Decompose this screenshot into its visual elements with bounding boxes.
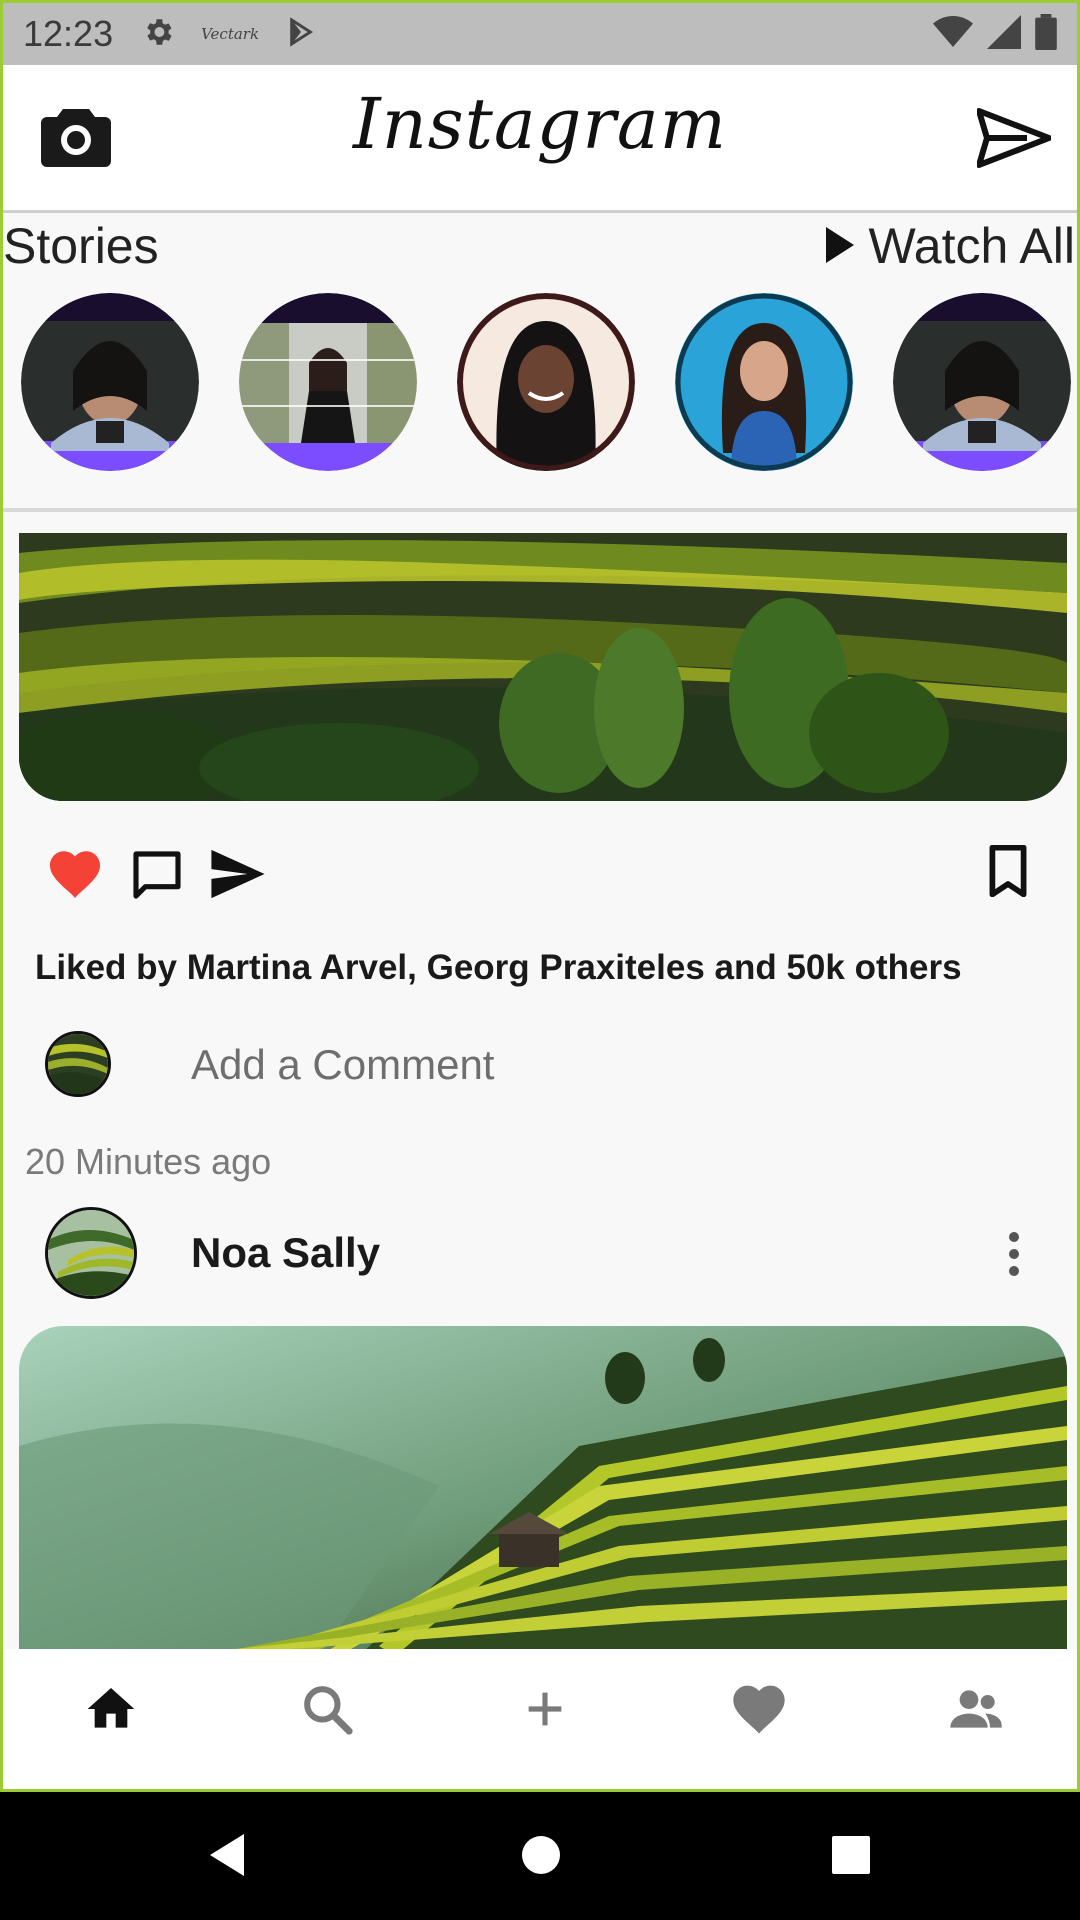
commenter-avatar xyxy=(45,1031,111,1097)
story-avatar[interactable] xyxy=(239,293,417,471)
system-navigation-bar xyxy=(0,1792,1080,1920)
post-timestamp: 20 Minutes ago xyxy=(25,1141,272,1182)
status-time: 12:23 xyxy=(23,13,114,54)
post-image[interactable] xyxy=(19,1326,1067,1656)
battery-icon xyxy=(1035,13,1057,55)
likes-text[interactable]: Liked by Martina Arvel, Georg Praxiteles… xyxy=(35,948,962,988)
status-left-icons: Vectark xyxy=(141,15,317,54)
wifi-icon xyxy=(933,15,973,54)
gear-icon xyxy=(141,15,175,54)
bookmark-icon[interactable] xyxy=(987,844,1029,902)
heart-icon[interactable] xyxy=(47,849,103,904)
status-right-icons xyxy=(933,13,1057,55)
home-circle-icon[interactable] xyxy=(520,1830,562,1885)
activity-heart-icon[interactable] xyxy=(731,1681,791,1741)
watch-all-label: Watch All xyxy=(868,218,1075,274)
stories-divider xyxy=(3,508,1077,512)
story-avatar[interactable] xyxy=(675,293,853,471)
comment-icon[interactable] xyxy=(129,847,185,908)
add-icon[interactable] xyxy=(517,1681,577,1741)
stories-title: Stories xyxy=(3,218,159,274)
more-options-icon[interactable] xyxy=(1007,1231,1021,1277)
home-icon[interactable] xyxy=(83,1681,143,1741)
watch-all-button[interactable]: Watch All xyxy=(826,217,1075,275)
post-header: Noa Sally xyxy=(3,1207,1077,1299)
search-icon[interactable] xyxy=(299,1681,359,1741)
share-icon[interactable] xyxy=(209,849,267,904)
author-name[interactable]: Noa Sally xyxy=(191,1229,380,1277)
app-logo-title: Instagram xyxy=(353,83,727,165)
vectark-icon: Vectark xyxy=(201,25,260,43)
stories-header: Stories Watch All xyxy=(3,215,1077,275)
app-bar: Instagram xyxy=(3,65,1077,213)
story-avatar[interactable] xyxy=(457,293,635,471)
send-icon[interactable] xyxy=(976,107,1052,169)
play-arrow-icon xyxy=(826,217,855,275)
play-store-icon xyxy=(285,15,317,54)
add-comment-row: Add a Comment xyxy=(3,1031,1077,1097)
app-screen: 12:23 Vectark Instagram Stories Watch Al… xyxy=(0,0,1080,1792)
signal-icon xyxy=(987,14,1021,54)
recents-icon[interactable] xyxy=(830,1830,872,1885)
back-icon[interactable] xyxy=(204,1830,248,1885)
people-icon[interactable] xyxy=(947,1681,1007,1741)
author-avatar[interactable] xyxy=(45,1207,137,1299)
comment-input[interactable]: Add a Comment xyxy=(191,1041,494,1089)
stories-list xyxy=(21,293,1077,471)
story-avatar[interactable] xyxy=(21,293,199,471)
story-avatar[interactable] xyxy=(893,293,1071,471)
status-bar: 12:23 Vectark xyxy=(3,3,1077,65)
post-image[interactable] xyxy=(19,533,1067,801)
post-actions xyxy=(3,841,1077,911)
bottom-navigation xyxy=(3,1649,1077,1789)
